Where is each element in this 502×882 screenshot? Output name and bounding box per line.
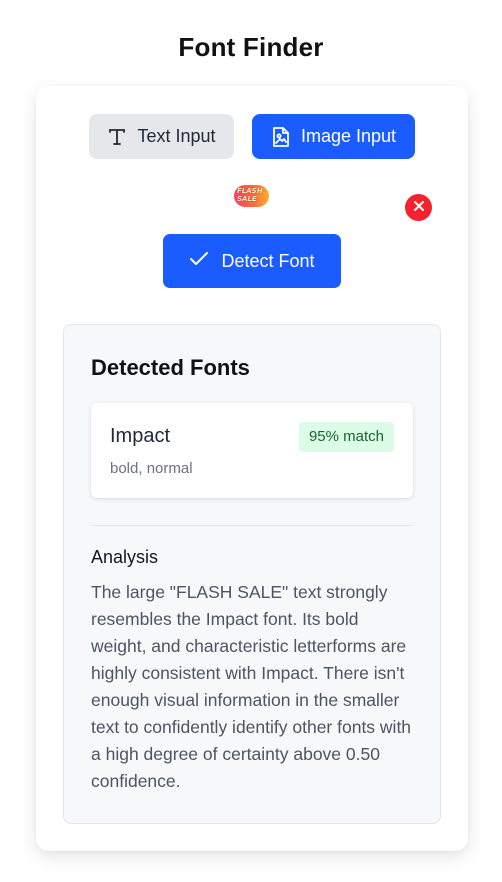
font-result-card: Impact 95% match bold, normal xyxy=(91,403,413,498)
image-input-mode-label: Image Input xyxy=(300,126,397,146)
analysis-text: The large "FLASH SALE" text strongly res… xyxy=(91,582,412,791)
results-panel: Detected Fonts Impact 95% match bold, no… xyxy=(63,324,441,824)
text-input-mode-label: Text Input xyxy=(137,126,216,146)
checkmark-icon xyxy=(189,251,209,272)
text-input-mode-button[interactable]: Text Input xyxy=(89,114,234,159)
font-finder-page: Font Finder Text Input Image Input FLASH… xyxy=(0,0,502,882)
divider xyxy=(91,525,413,526)
close-icon xyxy=(413,199,425,217)
page-title: Font Finder xyxy=(178,32,324,62)
uploaded-image-thumbnail: FLASH SALE xyxy=(234,185,269,207)
font-styles: bold, normal xyxy=(110,460,193,477)
detect-font-button[interactable]: Detect Font xyxy=(163,234,341,288)
image-file-icon xyxy=(271,126,291,148)
detect-font-label: Detect Font xyxy=(221,250,315,271)
match-badge: 95% match xyxy=(298,422,394,452)
font-name: Impact xyxy=(110,425,171,447)
thumbnail-text: FLASH SALE xyxy=(237,187,263,203)
image-input-mode-button[interactable]: Image Input xyxy=(252,114,415,159)
main-card: Text Input Image Input FLASH SALE Detect… xyxy=(36,86,468,851)
text-type-icon xyxy=(107,127,127,147)
analysis-label: Analysis xyxy=(91,547,159,567)
remove-image-button[interactable] xyxy=(405,194,432,221)
results-title: Detected Fonts xyxy=(91,355,250,380)
